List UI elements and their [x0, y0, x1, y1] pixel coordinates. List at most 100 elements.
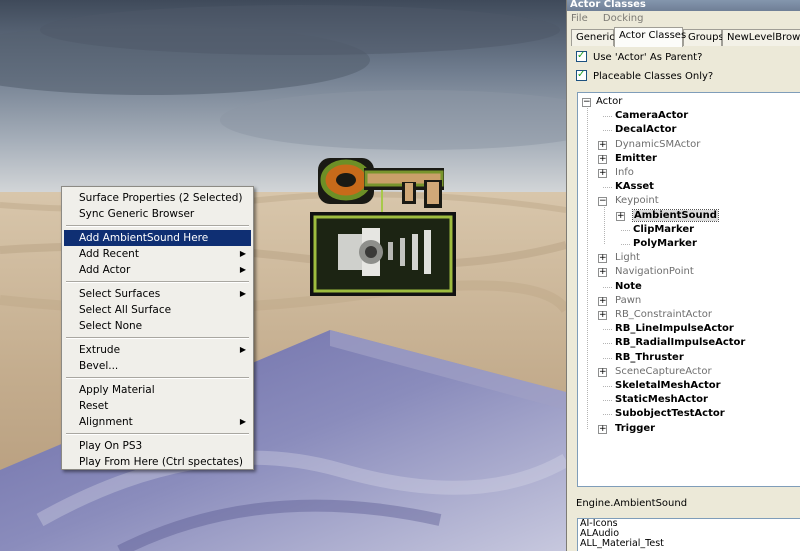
tree-node-dynamicsmactor[interactable]: DynamicSMActor — [615, 138, 700, 152]
browser-title-bar[interactable]: Actor Classes — [567, 0, 800, 11]
tree-node-label: Actor — [596, 96, 623, 107]
tree-node-rb-radialimpulseactor[interactable]: RB_RadialImpulseActor — [615, 336, 745, 350]
menu-item-add-actor[interactable]: Add Actor ▶ — [62, 262, 253, 278]
tree-node-emitter[interactable]: Emitter — [615, 152, 657, 166]
tree-node-label: RB_ConstraintActor — [615, 309, 712, 320]
tree-node-label: DecalActor — [615, 124, 677, 136]
collapse-icon[interactable]: − — [598, 197, 607, 207]
tree-connector-line — [603, 187, 612, 189]
tab-actor-classes[interactable]: Actor Classes — [614, 27, 686, 47]
menu-item-select-surfaces[interactable]: Select Surfaces ▶ — [62, 286, 253, 302]
use-actor-parent-checkbox[interactable] — [576, 49, 587, 63]
browser-menu-bar: File Docking — [567, 11, 800, 26]
tree-node-polymarker[interactable]: PolyMarker — [633, 237, 697, 251]
menu-item-select-all-surface[interactable]: Select All Surface — [62, 302, 253, 318]
tree-node-label: SkeletalMeshActor — [615, 380, 721, 391]
tree-connector-line — [621, 229, 630, 231]
tree-node-note[interactable]: Note — [615, 280, 642, 294]
expand-icon[interactable]: + — [616, 211, 625, 221]
expand-icon[interactable]: + — [598, 268, 607, 278]
tab-new-level-browser[interactable]: NewLevelBrowser — [722, 29, 800, 46]
package-item[interactable]: ALL_Material_Test — [578, 539, 800, 549]
expand-icon[interactable]: + — [598, 254, 607, 264]
tree-node-cameraactor[interactable]: CameraActor — [615, 109, 688, 123]
option-placeable-classes-only[interactable]: Placeable Classes Only? — [576, 68, 713, 84]
menu-item-bevel[interactable]: Bevel... — [62, 358, 253, 374]
tree-node-info[interactable]: Info — [615, 166, 634, 180]
submenu-arrow-icon: ▶ — [239, 345, 246, 354]
tree-node-light[interactable]: Light — [615, 251, 640, 265]
menu-item-label: Alignment — [79, 416, 133, 428]
actor-class-tree[interactable]: Actor − CameraActor DecalActor DynamicSMActo… — [577, 92, 800, 487]
placeable-only-checkbox[interactable] — [576, 68, 587, 82]
tree-node-decalactor[interactable]: DecalActor — [615, 123, 676, 137]
ambient-sound-key-icon[interactable] — [306, 150, 460, 298]
menu-item-surface-properties-2-selected[interactable]: Surface Properties (2 Selected) — [62, 190, 253, 206]
tree-connector-line — [603, 116, 612, 118]
menu-item-apply-material[interactable]: Apply Material — [62, 382, 253, 398]
menu-item-reset[interactable]: Reset — [62, 398, 253, 414]
use-actor-parent-label: Use 'Actor' As Parent? — [593, 52, 703, 63]
expand-icon[interactable]: + — [598, 296, 607, 306]
tree-node-subobjecttestactor[interactable]: SubobjectTestActor — [615, 407, 725, 421]
expand-icon[interactable]: + — [598, 424, 607, 434]
tree-guide-line — [604, 204, 605, 244]
tree-node-rb-lineimpulseactor[interactable]: RB_LineImpulseActor — [615, 322, 734, 336]
tree-node-label: Emitter — [615, 152, 657, 164]
menu-item-play-from-here-ctrl-spectates[interactable]: Play From Here (Ctrl spectates) — [62, 454, 253, 470]
menu-item-play-on-ps3[interactable]: Play On PS3 — [62, 438, 253, 454]
submenu-arrow-icon: ▶ — [239, 417, 246, 426]
level-viewport[interactable]: Surface Properties (2 Selected) Sync Gene… — [0, 0, 566, 551]
tree-node-label: NavigationPoint — [615, 266, 694, 278]
tree-connector-line — [603, 286, 612, 288]
expand-icon[interactable]: + — [598, 311, 607, 320]
tree-node-label: KAsset — [615, 181, 654, 193]
menu-item-label: Play From Here (Ctrl spectates) — [79, 456, 244, 468]
menu-item-add-recent[interactable]: Add Recent ▶ — [62, 246, 253, 262]
menu-item-alignment[interactable]: Alignment ▶ — [62, 414, 253, 430]
menu-item-label: Add Actor — [79, 264, 131, 276]
tree-node-rb-thruster[interactable]: RB_Thruster — [615, 351, 684, 365]
tree-node-pawn[interactable]: Pawn — [615, 294, 641, 308]
tree-node-keypoint[interactable]: Keypoint — [615, 194, 659, 208]
expand-icon[interactable]: + — [598, 367, 607, 377]
tree-node-rb-constraintactor[interactable]: RB_ConstraintActor — [615, 308, 712, 322]
menu-item-select-none[interactable]: Select None — [62, 318, 253, 334]
tree-node-staticmeshactor[interactable]: StaticMeshActor — [615, 393, 708, 407]
expand-icon[interactable]: + — [598, 140, 607, 150]
tree-node-navigationpoint[interactable]: NavigationPoint — [615, 265, 694, 279]
menu-item-label: Add Recent — [79, 248, 139, 260]
tree-node-trigger[interactable]: Trigger — [615, 422, 655, 436]
expand-icon[interactable]: + — [598, 169, 607, 178]
package-list[interactable]: AI-Icons ALAudio ALL_Material_Test — [577, 518, 800, 551]
tree-node-clipmarker[interactable]: ClipMarker — [633, 223, 694, 237]
tab-generic[interactable]: Generic — [571, 29, 615, 46]
menu-item-label: Sync Generic Browser — [79, 208, 195, 220]
expand-icon[interactable]: + — [598, 154, 607, 164]
menu-item-label: Apply Material — [79, 384, 155, 396]
tree-node-scenecaptureactor[interactable]: SceneCaptureActor — [615, 365, 712, 379]
context-menu: Surface Properties (2 Selected) Sync Gene… — [61, 186, 254, 470]
menu-separator — [62, 278, 253, 286]
menu-item-label: Select None — [79, 320, 143, 332]
menu-docking[interactable]: Docking — [603, 13, 644, 24]
tree-node-ambientsound[interactable]: AmbientSound — [632, 208, 719, 223]
tab-groups[interactable]: Groups — [683, 29, 724, 46]
option-use-actor-as-parent[interactable]: Use 'Actor' As Parent? — [576, 49, 703, 65]
collapse-icon[interactable]: − — [582, 98, 591, 107]
tree-node-actor[interactable]: Actor — [596, 95, 622, 109]
tree-node-label: Pawn — [615, 294, 642, 306]
tree-node-label: RB_LineImpulseActor — [615, 323, 734, 335]
tree-node-label: StaticMeshActor — [615, 394, 708, 406]
tree-node-label: Trigger — [615, 422, 656, 434]
tree-node-label: Keypoint — [615, 195, 659, 207]
menu-item-sync-generic-browser[interactable]: Sync Generic Browser — [62, 206, 253, 222]
menu-item-add-ambientsound-here[interactable]: Add AmbientSound Here — [64, 230, 251, 246]
tree-node-label: PolyMarker — [633, 238, 697, 249]
menu-file[interactable]: File — [571, 13, 588, 24]
tree-node-kasset[interactable]: KAsset — [615, 180, 654, 194]
tree-node-skeletalmeshactor[interactable]: SkeletalMeshActor — [615, 379, 721, 393]
submenu-arrow-icon: ▶ — [239, 289, 246, 298]
menu-item-extrude[interactable]: Extrude ▶ — [62, 342, 253, 358]
tree-connector-line — [603, 329, 612, 331]
